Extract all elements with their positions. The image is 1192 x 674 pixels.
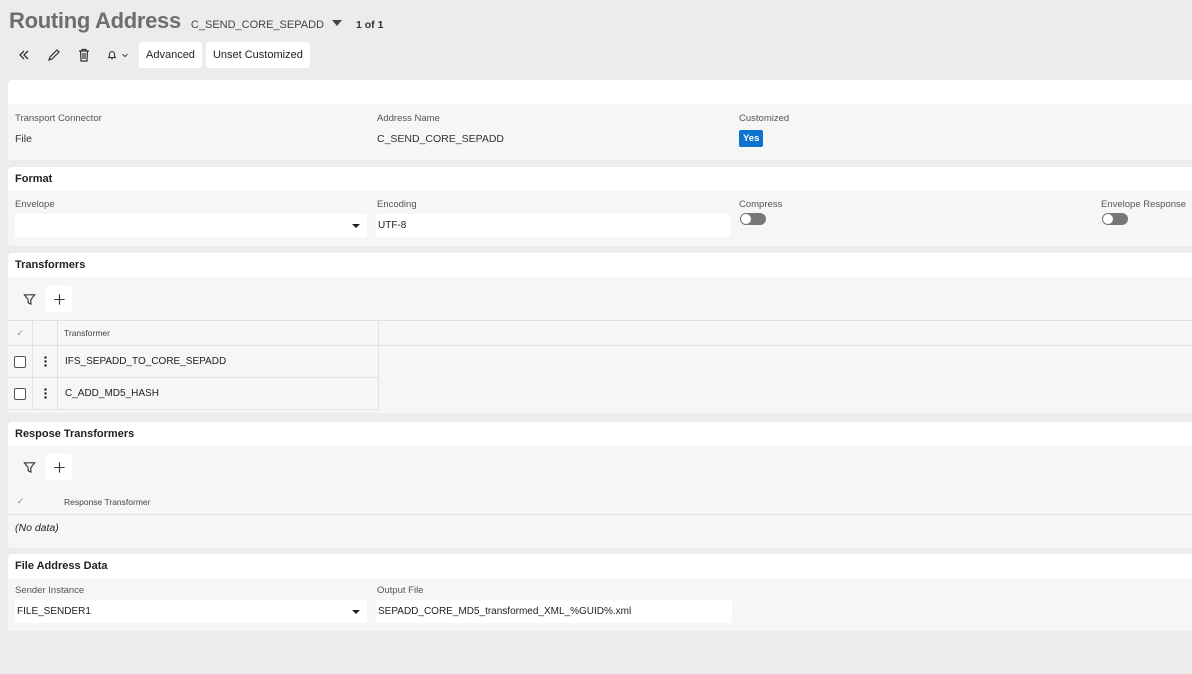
edit-icon[interactable] (39, 42, 69, 68)
output-file-label: Output File (377, 585, 424, 596)
general-card: Transport Connector File Address Name C_… (8, 80, 1192, 160)
transformers-title: Transformers (8, 253, 1192, 277)
empty-state-text: (No data) (15, 522, 59, 534)
sender-instance-select[interactable]: FILE_SENDER1 (15, 600, 367, 623)
envelope-select[interactable] (15, 214, 367, 237)
select-all-cell[interactable]: ✓ (8, 321, 33, 345)
transformers-grid-tools (16, 286, 72, 312)
row-checkbox-cell (8, 346, 33, 377)
address-name-field: Address Name C_SEND_CORE_SEPADD (377, 113, 504, 145)
compress-label: Compress (739, 199, 783, 210)
customized-field: Customized Yes (739, 113, 789, 147)
transport-connector-label: Transport Connector (15, 113, 102, 124)
check-icon: ✓ (16, 327, 24, 338)
sender-instance-field: Sender Instance (15, 585, 84, 596)
encoding-field: Encoding (377, 199, 417, 210)
collapse-icon[interactable] (9, 42, 39, 68)
transport-connector-value: File (15, 133, 32, 145)
response-transformer-column-label: Response Transformer (64, 496, 151, 507)
compress-field: Compress (739, 199, 782, 210)
encoding-value: UTF-8 (378, 220, 407, 231)
chevron-down-icon (121, 53, 128, 58)
response-transformers-title: Respose Transformers (8, 422, 1192, 446)
response-transformer-column-header[interactable]: Response Transformer (64, 489, 150, 514)
general-card-header (8, 80, 1192, 104)
response-transformers-grid-tools (16, 454, 72, 480)
envelope-response-label: Envelope Response (1101, 199, 1187, 210)
compress-toggle[interactable] (740, 213, 766, 225)
page-title: Routing Address (9, 8, 181, 33)
toolbar: Advanced Unset Customized (9, 42, 310, 68)
filter-icon[interactable] (16, 454, 42, 480)
add-icon[interactable] (46, 454, 72, 480)
encoding-label: Encoding (377, 199, 417, 210)
customized-badge: Yes (739, 130, 764, 147)
sender-instance-label: Sender Instance (15, 585, 85, 596)
delete-icon[interactable] (69, 42, 99, 68)
address-name-value: C_SEND_CORE_SEPADD (377, 133, 505, 145)
kebab-menu-icon[interactable] (33, 346, 58, 377)
actions-header-cell (33, 321, 58, 345)
transformer-column-header[interactable]: Transformer (58, 321, 379, 345)
table-row[interactable]: C_ADD_MD5_HASH (8, 378, 379, 410)
envelope-response-field: Envelope Response (1101, 199, 1186, 210)
output-file-field: Output File (377, 585, 423, 596)
output-file-input[interactable]: SEPADD_CORE_MD5_transformed_XML_%GUID%.x… (376, 600, 732, 623)
row-checkbox[interactable] (14, 355, 26, 368)
transformers-card: Transformers ✓ Transformer IFS_SEPADD_TO… (8, 253, 1192, 413)
unset-customized-button[interactable]: Unset Customized (205, 42, 310, 68)
file-address-card: File Address Data Sender Instance FILE_S… (8, 554, 1192, 631)
filter-icon[interactable] (16, 286, 42, 312)
check-icon: ✓ (16, 496, 25, 506)
transport-connector-field: Transport Connector File (15, 113, 102, 145)
transformer-cell: IFS_SEPADD_TO_CORE_SEPADD (58, 346, 379, 377)
envelope-label: Envelope (15, 199, 55, 210)
table-row[interactable]: IFS_SEPADD_TO_CORE_SEPADD (8, 346, 379, 378)
envelope-response-toggle[interactable] (1102, 213, 1128, 225)
page-header: Routing Address C_SEND_CORE_SEPADD 1 of … (9, 8, 383, 36)
format-card: Format Envelope Encoding UTF-8 Compress … (8, 167, 1192, 246)
record-selector-caret-icon[interactable] (331, 20, 342, 26)
kebab-menu-icon[interactable] (33, 378, 58, 409)
advanced-button[interactable]: Advanced (139, 42, 202, 68)
format-title: Format (8, 167, 1192, 191)
row-checkbox-cell (8, 378, 33, 409)
output-file-value: SEPADD_CORE_MD5_transformed_XML_%GUID%.x… (378, 606, 632, 617)
transformers-table-header: ✓ Transformer (8, 320, 1192, 346)
record-key: C_SEND_CORE_SEPADD (190, 19, 324, 31)
response-transformers-card: Respose Transformers ✓ Response Transfor… (8, 422, 1192, 548)
file-address-title: File Address Data (8, 554, 1192, 578)
transformer-column-label: Transformer (64, 328, 110, 338)
sender-instance-value: FILE_SENDER1 (17, 606, 91, 617)
response-transformers-table-header: ✓ Response Transformer (8, 489, 1192, 515)
customized-label: Customized (739, 113, 790, 124)
encoding-input[interactable]: UTF-8 (376, 214, 730, 237)
record-count: 1 of 1 (355, 19, 384, 31)
bell-icon[interactable] (99, 42, 135, 68)
transformer-cell: C_ADD_MD5_HASH (58, 378, 379, 409)
select-all-cell[interactable]: ✓ (8, 489, 33, 514)
add-icon[interactable] (46, 286, 72, 312)
address-name-label: Address Name (377, 113, 440, 124)
dropdown-caret-icon (352, 610, 360, 614)
envelope-field: Envelope (15, 199, 55, 210)
dropdown-caret-icon (352, 224, 360, 228)
row-checkbox[interactable] (14, 387, 26, 400)
